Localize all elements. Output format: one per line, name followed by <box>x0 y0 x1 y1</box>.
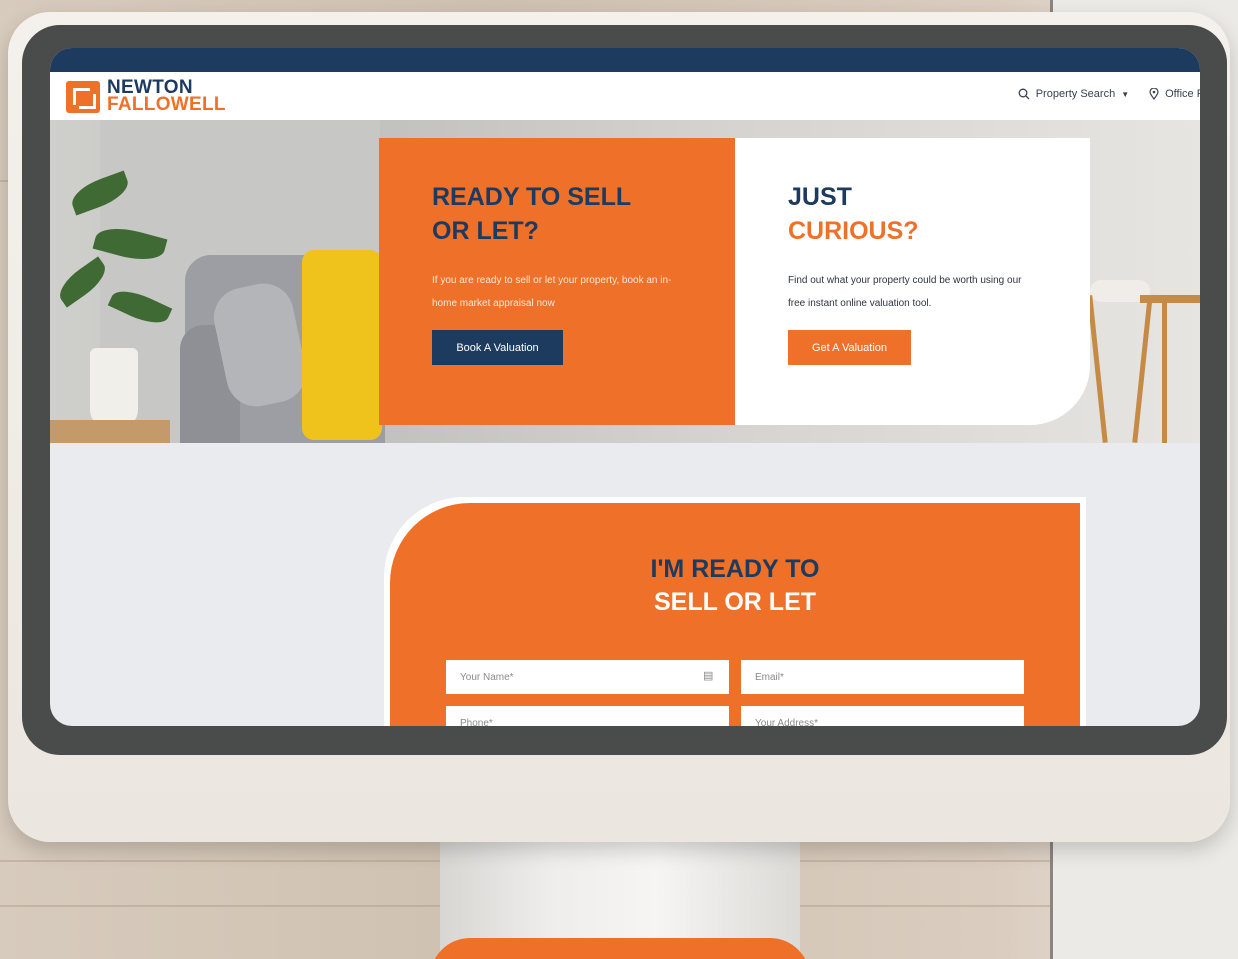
curious-card-title: JUST CURIOUS? <box>788 180 919 248</box>
valuation-form: I'M READY TO SELL OR LET ▤ <box>390 503 1080 726</box>
nav-property-search-label: Property Search <box>1035 88 1116 100</box>
form-title-line-2: SELL OR LET <box>653 588 817 616</box>
site-header: NEWTON FALLOWELL Property Search ▼ Offic… <box>50 72 1200 120</box>
sell-title-line-1: READY TO SELL <box>432 183 632 211</box>
search-icon <box>1018 88 1030 100</box>
table-leg <box>1162 303 1167 443</box>
location-pin-icon <box>1149 88 1159 100</box>
contact-card-icon: ▤ <box>703 670 714 682</box>
sell-title-line-2: OR LET? <box>432 217 539 245</box>
just-curious-card: JUST CURIOUS? Find out what your propert… <box>735 138 1090 425</box>
logo[interactable]: NEWTON FALLOWELL <box>107 78 226 115</box>
email-input[interactable] <box>741 660 1024 694</box>
nav-office-finder[interactable]: Office Fin <box>1149 88 1200 100</box>
chair-leg <box>1132 295 1153 443</box>
logo-line-2: FALLOWELL <box>107 94 226 115</box>
sell-or-let-card: READY TO SELL OR LET? If you are ready t… <box>379 138 735 425</box>
chevron-down-icon: ▼ <box>1121 89 1130 99</box>
yellow-cushion <box>302 250 382 440</box>
top-strip <box>50 48 1200 72</box>
nav-office-finder-label: Office Fin <box>1165 88 1200 100</box>
table <box>1140 295 1200 303</box>
logo-icon[interactable] <box>66 81 100 113</box>
curious-card-text: Find out what your property could be wor… <box>788 275 1022 309</box>
main-nav: Property Search ▼ Office Fin <box>1018 88 1200 100</box>
name-input[interactable] <box>446 660 729 694</box>
phone-input[interactable] <box>446 706 729 726</box>
form-title-line-1: I'M READY TO <box>650 555 820 583</box>
website-screen: NEWTON FALLOWELL Property Search ▼ Offic… <box>50 48 1200 726</box>
book-valuation-button[interactable]: Book A Valuation <box>432 330 563 365</box>
chair-leg <box>1087 295 1108 443</box>
orange-object <box>430 938 810 959</box>
curious-title-line-1: JUST <box>788 183 852 211</box>
wooden-shelf <box>50 420 170 443</box>
address-input[interactable] <box>741 706 1024 726</box>
form-title: I'M READY TO SELL OR LET <box>390 553 1080 619</box>
plant-pot <box>90 348 138 428</box>
sell-card-text: If you are ready to sell or let your pro… <box>432 275 672 309</box>
get-valuation-button[interactable]: Get A Valuation <box>788 330 911 365</box>
hero-banner: READY TO SELL OR LET? If you are ready t… <box>50 120 1200 443</box>
curious-title-line-2: CURIOUS? <box>788 217 919 245</box>
sell-card-title: READY TO SELL OR LET? <box>432 180 631 248</box>
nav-property-search[interactable]: Property Search ▼ <box>1018 88 1129 100</box>
